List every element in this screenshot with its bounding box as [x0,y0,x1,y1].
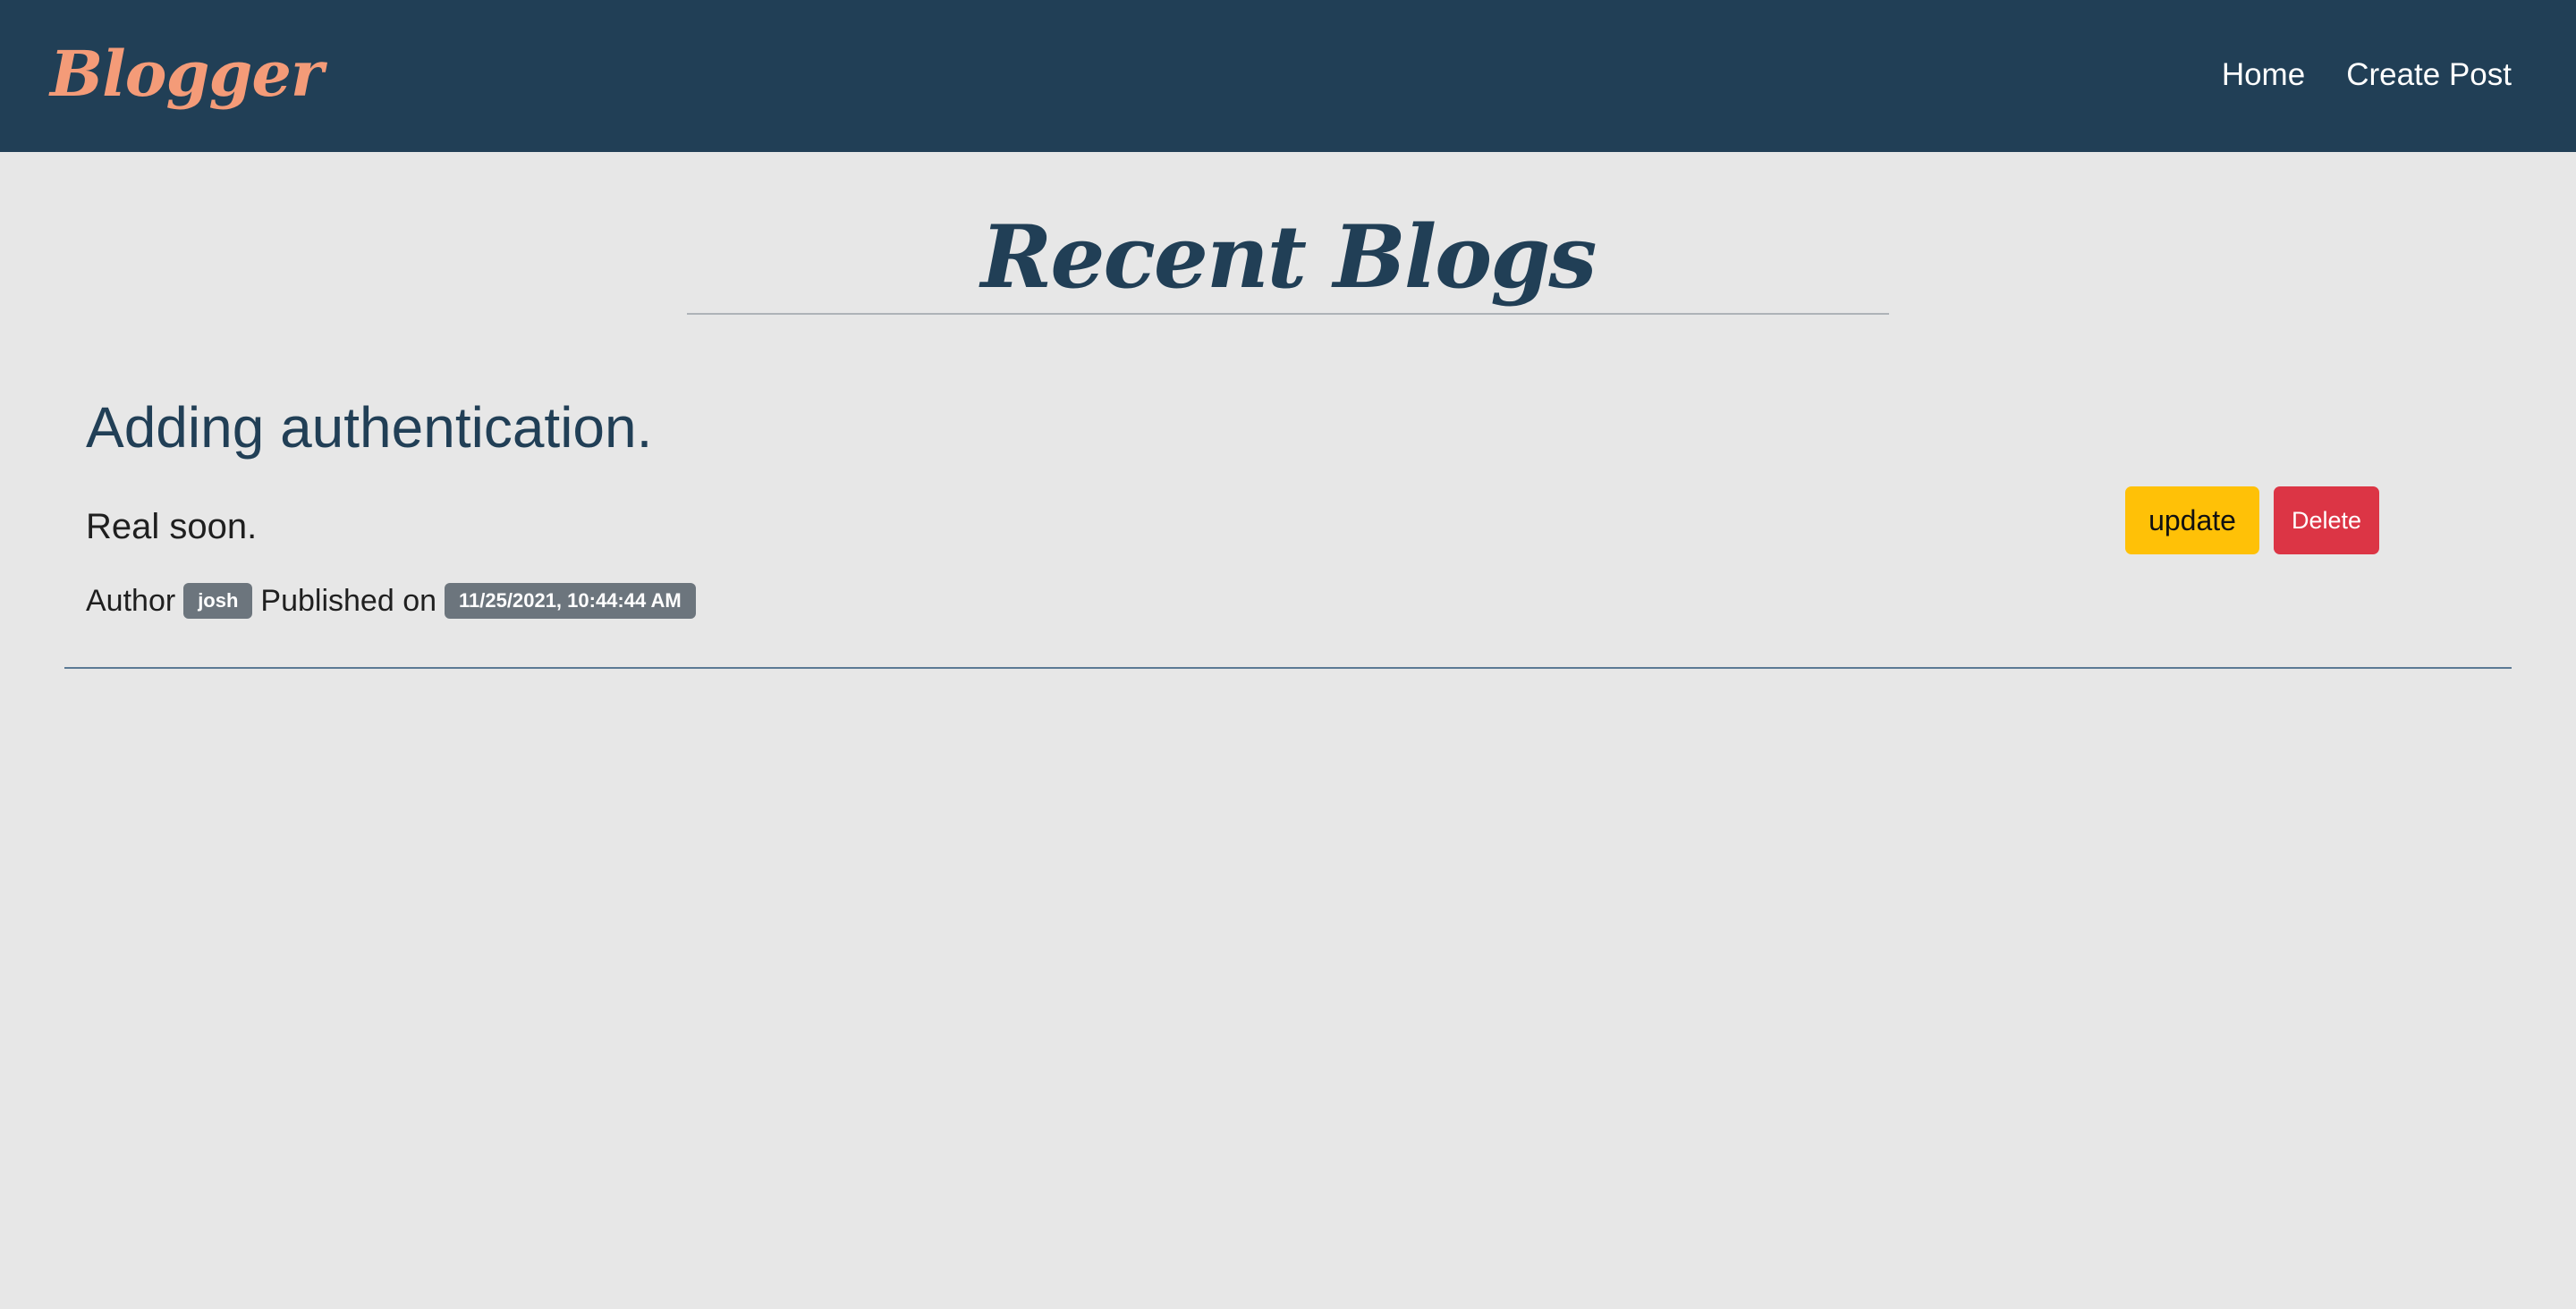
delete-button[interactable]: Delete [2274,486,2379,554]
title-divider [687,313,1889,315]
nav-create-post-link[interactable]: Create Post [2346,52,2512,98]
blog-post: Adding authentication. Real soon. Author… [64,376,2512,669]
published-date-badge: 11/25/2021, 10:44:44 AM [445,583,696,619]
author-label: Author [86,584,176,618]
author-badge: josh [183,583,253,619]
brand-logo[interactable]: Blogger [50,34,324,114]
post-divider [64,667,2512,669]
page-title: Recent Blogs [980,207,1597,308]
post-body: Real soon. [86,507,258,546]
nav-links: Home Create Post [2222,52,2512,98]
top-navbar: Blogger Home Create Post [0,0,2576,152]
published-label: Published on [260,584,437,618]
post-meta: Author josh Published on 11/25/2021, 10:… [86,581,704,621]
update-button[interactable]: update [2125,486,2259,554]
post-title: Adding authentication. [86,395,653,460]
nav-home-link[interactable]: Home [2222,52,2305,98]
post-actions: update Delete [2125,486,2379,554]
